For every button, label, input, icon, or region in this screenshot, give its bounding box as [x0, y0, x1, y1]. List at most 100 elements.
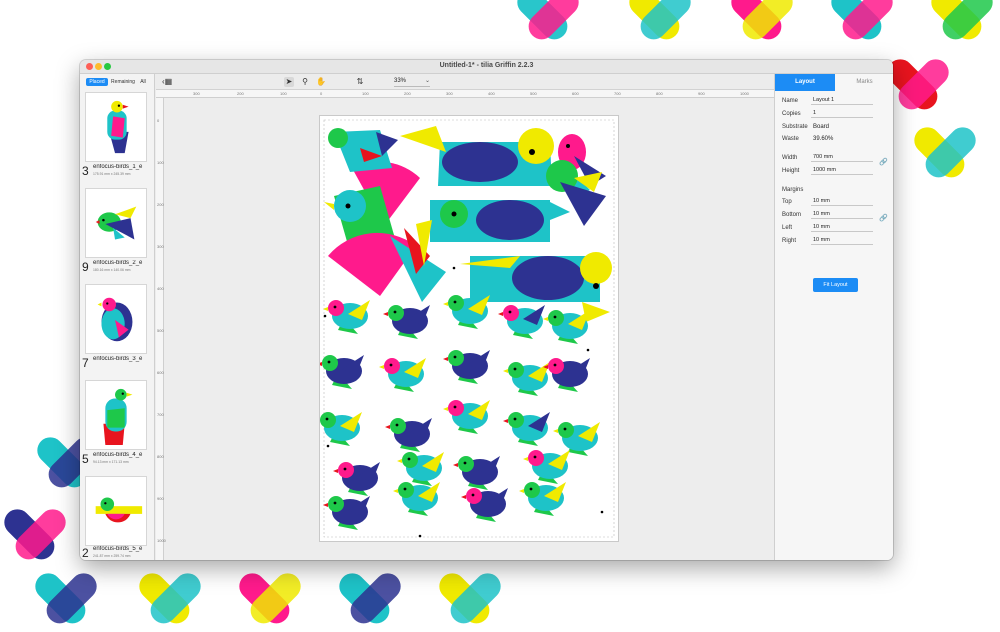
canvas-area[interactable]: 300 200 100 0 100 200 300 400 500 600 70…: [156, 90, 774, 560]
ruler-label: 600: [572, 91, 579, 96]
ruler-label: 0: [157, 118, 160, 123]
height-field[interactable]: 1000 mm: [811, 166, 873, 175]
part-name: enfocus-birds_2_e: [93, 260, 143, 266]
filter-tab-placed[interactable]: Placed: [86, 78, 108, 86]
part-name: enfocus-birds_1_e: [93, 164, 143, 170]
ruler-label: 700: [157, 412, 164, 417]
height-label: Height: [782, 168, 800, 174]
part-thumbnail-1[interactable]: [85, 92, 147, 162]
part-size: 175.91 mm x 245.39 mm: [93, 172, 131, 176]
bird-thumbnail-image: [95, 206, 137, 240]
bird-thumbnail-image: [107, 100, 129, 154]
small-bird: [503, 362, 550, 396]
app-window: Untitled-1* - tilia Griffin 2.2.3 Placed…: [80, 60, 893, 560]
small-bird: [383, 305, 430, 339]
ruler-label: 300: [446, 91, 453, 96]
ruler-label: 400: [488, 91, 495, 96]
layout-board[interactable]: [315, 116, 618, 541]
part-thumbnail-4[interactable]: [85, 380, 147, 450]
part-count: 2: [82, 546, 89, 560]
hand-icon[interactable]: ✋: [316, 77, 326, 87]
bottom-margin-label: Bottom: [782, 212, 802, 218]
part-thumbnail-5[interactable]: [85, 476, 147, 546]
top-margin-field[interactable]: 10 mm: [811, 197, 873, 206]
small-birds: [315, 295, 600, 530]
margins-label: Margins: [782, 187, 804, 193]
tab-marks[interactable]: Marks: [835, 74, 893, 91]
substrate-value[interactable]: Board: [813, 124, 829, 130]
bird-thumbnail-image: [95, 497, 143, 523]
ruler-label: 600: [157, 370, 164, 375]
small-bird: [393, 482, 440, 516]
small-bird: [553, 422, 600, 456]
ruler-label: 800: [157, 454, 164, 459]
right-margin-field[interactable]: 10 mm: [811, 236, 873, 245]
left-margin-label: Left: [782, 225, 793, 231]
bird-part: [546, 160, 606, 226]
part-count: 7: [82, 356, 89, 370]
inspector-tabs: Layout Marks: [775, 74, 893, 91]
small-bird: [323, 300, 370, 334]
ruler-label: 1000: [740, 91, 749, 96]
small-bird: [443, 400, 490, 434]
pointer-icon[interactable]: ➤: [284, 77, 294, 87]
sidebar-toggle-icon[interactable]: ‹▦: [162, 77, 172, 87]
small-bird: [315, 412, 362, 446]
small-bird: [317, 355, 364, 389]
tab-layout[interactable]: Layout: [775, 74, 835, 91]
vertical-ruler: 0 100 200 300 400 500 600 700 800 900 10…: [156, 98, 166, 560]
ruler-label: 200: [157, 202, 164, 207]
parts-sidebar: Placed Remaining All 3 enfocus-birds_1_e…: [80, 74, 155, 560]
bird-thumbnail-image: [103, 388, 133, 445]
small-bird: [323, 496, 370, 530]
part-name: enfocus-birds_5_e: [93, 546, 143, 552]
heart-decoration: [239, 573, 301, 624]
small-bird: [498, 305, 545, 339]
part-thumbnail-2[interactable]: [85, 188, 147, 258]
ruler-label: 800: [656, 91, 663, 96]
small-bird: [461, 488, 508, 522]
flip-icon[interactable]: ⇅: [352, 77, 368, 87]
small-bird: [453, 456, 500, 490]
filter-tab-remaining[interactable]: Remaining: [109, 78, 137, 86]
small-bird: [443, 295, 490, 329]
link-icon[interactable]: 🔗: [879, 214, 888, 222]
part-thumbnail-3[interactable]: [85, 284, 147, 354]
part-count: 9: [82, 260, 89, 274]
ruler-label: 0: [320, 91, 323, 96]
heart-decoration: [731, 0, 793, 40]
copies-label: Copies: [782, 111, 801, 117]
part-count: 5: [82, 452, 89, 466]
left-margin-field[interactable]: 10 mm: [811, 223, 873, 232]
inspector-panel: Layout Marks Name Layout 1 Copies 1 Subs…: [774, 74, 893, 560]
small-bird: [519, 482, 566, 516]
link-icon[interactable]: 🔗: [879, 158, 888, 166]
part-size: 94.13 mm x 171.13 mm: [93, 460, 129, 464]
main-toolbar: ‹▦ ➤ ⚲ ✋ ⇅ 33% ⌄: [156, 74, 774, 90]
fit-layout-button[interactable]: Fit Layout: [813, 278, 858, 292]
copies-field[interactable]: 1: [811, 109, 873, 118]
magnifier-icon[interactable]: ⚲: [300, 77, 310, 87]
window-title: Untitled-1* - tilia Griffin 2.2.3: [439, 62, 534, 69]
chevron-down-icon: ⌄: [424, 78, 430, 84]
ruler-label: 700: [614, 91, 621, 96]
part-size: 180.16 mm x 140.06 mm: [93, 268, 131, 272]
filter-tab-all[interactable]: All: [138, 78, 148, 86]
top-margin-label: Top: [782, 199, 792, 205]
heart-decoration: [139, 573, 201, 624]
waste-label: Waste: [782, 136, 799, 142]
ruler-label: 100: [157, 160, 164, 165]
heart-decoration: [629, 0, 691, 40]
width-field[interactable]: 700 mm: [811, 153, 873, 162]
ruler-label: 100: [280, 91, 287, 96]
zoom-select[interactable]: 33% ⌄: [394, 78, 430, 87]
heart-decoration: [517, 0, 579, 40]
name-field[interactable]: Layout 1: [811, 96, 873, 105]
bottom-margin-field[interactable]: 10 mm: [811, 210, 873, 219]
right-margin-label: Right: [782, 238, 797, 244]
part-count: 3: [82, 164, 89, 178]
part-name: enfocus-birds_4_e: [93, 452, 143, 458]
bird-part: [328, 128, 398, 172]
ruler-label: 400: [157, 286, 164, 291]
ruler-label: 500: [157, 328, 164, 333]
